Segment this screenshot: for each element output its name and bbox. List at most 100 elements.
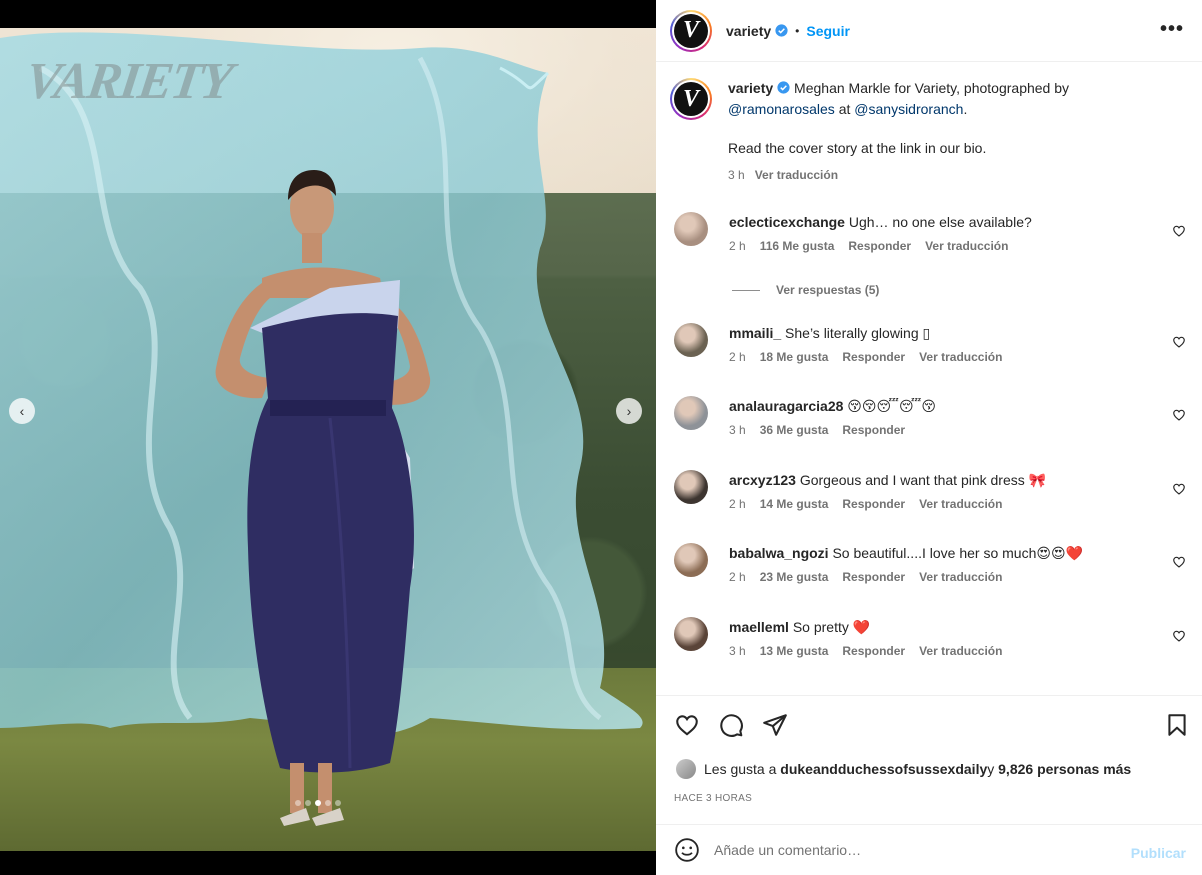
- comment-text: arcxyz123 Gorgeous and I want that pink …: [729, 472, 1047, 488]
- mention-link[interactable]: @ramonarosales: [728, 101, 835, 117]
- carousel-dot: [335, 800, 341, 806]
- commenter-username[interactable]: mmaili_: [729, 325, 781, 341]
- caption-avatar[interactable]: V: [670, 78, 712, 120]
- comment-likes[interactable]: 23 Me gusta: [760, 570, 829, 584]
- comment-time: 2 h: [729, 239, 746, 253]
- liker-avatar: [676, 759, 696, 779]
- view-replies-button[interactable]: Ver respuestas (5): [732, 283, 879, 297]
- translate-link[interactable]: Ver traducción: [755, 168, 838, 182]
- emoji-icon[interactable]: [674, 837, 700, 863]
- caption-line-2: Read the cover story at the link in our …: [728, 140, 987, 156]
- post-header: V variety • Seguir •••: [656, 0, 1202, 62]
- heart-icon[interactable]: [674, 712, 700, 738]
- like-comment-heart-icon[interactable]: [1172, 629, 1186, 643]
- bookmark-icon[interactable]: [1164, 712, 1190, 738]
- share-icon[interactable]: [762, 712, 788, 738]
- comment-row: analauragarcia28 😚😚😴😴😚 3 h 36 Me gusta Resp…: [674, 396, 1186, 437]
- previous-slide-button[interactable]: ‹: [9, 398, 35, 424]
- comment-likes[interactable]: 13 Me gusta: [760, 644, 829, 658]
- comment-time: 2 h: [729, 350, 746, 364]
- like-comment-heart-icon[interactable]: [1172, 335, 1186, 349]
- comment-text: babalwa_ngozi So beautiful....I love her…: [729, 545, 1083, 561]
- next-slide-button[interactable]: ›: [616, 398, 642, 424]
- comment-likes[interactable]: 116 Me gusta: [760, 239, 835, 253]
- comment-likes[interactable]: 14 Me gusta: [760, 497, 829, 511]
- variety-logo-icon: V: [674, 82, 708, 116]
- add-comment-bar: Publicar: [656, 824, 1202, 875]
- author-avatar[interactable]: V: [670, 9, 712, 52]
- reply-button[interactable]: Responder: [842, 644, 905, 658]
- comment-row: arcxyz123 Gorgeous and I want that pink …: [674, 470, 1186, 511]
- reply-button[interactable]: Responder: [842, 497, 905, 511]
- commenter-username[interactable]: maelleml: [729, 619, 789, 635]
- reply-button[interactable]: Responder: [848, 239, 911, 253]
- caption-username[interactable]: variety: [728, 80, 773, 96]
- like-comment-heart-icon[interactable]: [1172, 482, 1186, 496]
- comment-row: babalwa_ngozi So beautiful....I love her…: [674, 543, 1186, 584]
- variety-logo-icon: V: [674, 13, 708, 48]
- reply-button[interactable]: Responder: [842, 570, 905, 584]
- carousel-dot: [305, 800, 311, 806]
- likes-summary: Les gusta a dukeandduchessofsussexdaily …: [676, 759, 1131, 779]
- commenter-username[interactable]: analauragarcia28: [729, 398, 843, 414]
- commenter-avatar[interactable]: [674, 323, 708, 357]
- instagram-post-modal: VARIETY ‹ › V variety • Seguir ••• V var…: [0, 0, 1202, 875]
- like-comment-heart-icon[interactable]: [1172, 555, 1186, 569]
- reply-button[interactable]: Responder: [842, 423, 905, 437]
- model-figure: [215, 170, 431, 826]
- follow-button[interactable]: Seguir: [806, 23, 850, 39]
- commenter-avatar[interactable]: [674, 470, 708, 504]
- liker-username[interactable]: dukeandduchessofsussexdaily: [780, 761, 987, 777]
- reply-button[interactable]: Responder: [842, 350, 905, 364]
- commenter-avatar[interactable]: [674, 543, 708, 577]
- mention-link[interactable]: @sanysidroranch: [854, 101, 963, 117]
- like-comment-heart-icon[interactable]: [1172, 224, 1186, 238]
- comment-row: mmaili_ She’s literally glowing ▯ 2 h 18 M…: [674, 323, 1186, 364]
- comment-time: 2 h: [729, 570, 746, 584]
- carousel-dot: [325, 800, 331, 806]
- commenter-username[interactable]: babalwa_ngozi: [729, 545, 829, 561]
- post-caption: V variety Meghan Markle for Variety, pho…: [670, 78, 1190, 186]
- media-panel: VARIETY ‹ ›: [0, 0, 656, 875]
- comment-time: 2 h: [729, 497, 746, 511]
- author-username[interactable]: variety: [726, 23, 771, 39]
- caption-text: variety Meghan Markle for Variety, photo…: [728, 80, 1070, 117]
- comment-time: 3 h: [729, 644, 746, 658]
- translate-link[interactable]: Ver traducción: [919, 644, 1002, 658]
- translate-link[interactable]: Ver traducción: [919, 497, 1002, 511]
- commenter-username[interactable]: eclecticexchange: [729, 214, 845, 230]
- translate-link[interactable]: Ver traducción: [919, 570, 1002, 584]
- like-comment-heart-icon[interactable]: [1172, 408, 1186, 422]
- comment-row: maelleml So pretty ❤️ 3 h 13 Me gusta Respo…: [674, 617, 1186, 658]
- verified-badge-icon: [777, 81, 790, 94]
- translate-link[interactable]: Ver traducción: [925, 239, 1008, 253]
- carousel-dot: [315, 800, 321, 806]
- more-options-icon[interactable]: •••: [1160, 18, 1184, 41]
- comment-text: maelleml So pretty ❤️: [729, 619, 871, 635]
- comment-text: analauragarcia28 😚😚😴😴😚: [729, 398, 936, 414]
- commenter-avatar[interactable]: [674, 396, 708, 430]
- post-photo: VARIETY: [0, 28, 656, 851]
- comment-input[interactable]: [714, 842, 1094, 858]
- comment-icon[interactable]: [718, 712, 744, 738]
- translate-link[interactable]: Ver traducción: [919, 350, 1002, 364]
- carousel-indicator: [295, 800, 341, 806]
- comment-text: eclecticexchange Ugh… no one else availa…: [729, 214, 1032, 230]
- post-side-panel: V variety • Seguir ••• V variety Meghan …: [656, 0, 1202, 875]
- likes-count[interactable]: 9,826 personas más: [998, 761, 1131, 777]
- commenter-avatar[interactable]: [674, 212, 708, 246]
- publish-button[interactable]: Publicar: [1131, 845, 1186, 861]
- commenter-avatar[interactable]: [674, 617, 708, 651]
- comment-text: mmaili_ She’s literally glowing ▯: [729, 325, 931, 341]
- header-separator: •: [795, 23, 800, 38]
- post-timestamp: HACE 3 HORAS: [674, 793, 753, 804]
- comment-row: eclecticexchange Ugh… no one else availa…: [674, 212, 1186, 253]
- comment-likes[interactable]: 36 Me gusta: [760, 423, 829, 437]
- carousel-dot: [295, 800, 301, 806]
- caption-time: 3 h: [728, 168, 745, 182]
- action-bar: Les gusta a dukeandduchessofsussexdaily …: [656, 695, 1202, 825]
- verified-badge-icon: [775, 24, 788, 37]
- commenter-username[interactable]: arcxyz123: [729, 472, 796, 488]
- comment-likes[interactable]: 18 Me gusta: [760, 350, 829, 364]
- comment-time: 3 h: [729, 423, 746, 437]
